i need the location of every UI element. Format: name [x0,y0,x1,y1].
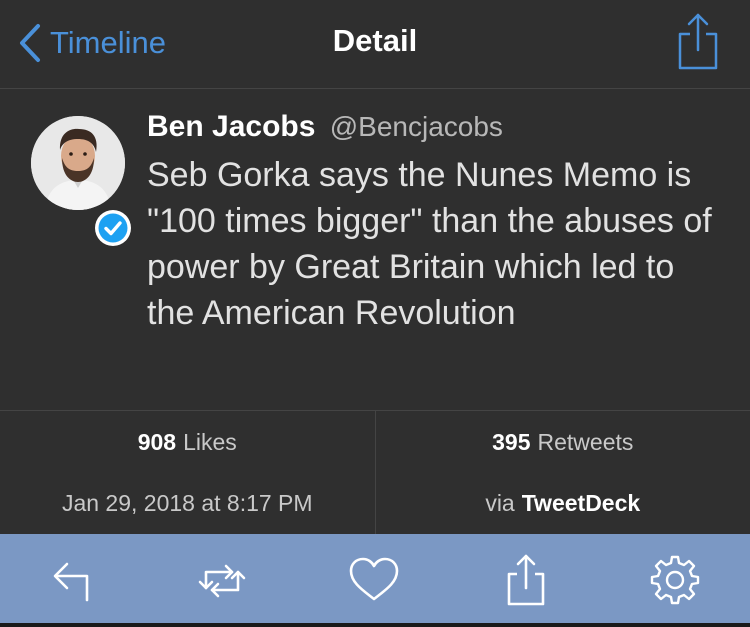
retweet-icon[interactable] [194,552,250,608]
retweets-label: Retweets [537,428,634,455]
bottom-edge [0,623,750,627]
author-name[interactable]: Ben Jacobs [147,110,315,143]
back-button[interactable]: Timeline [18,20,166,66]
likes-stat[interactable]: 908 Likes [0,411,375,473]
tweet-detail: Ben Jacobs @Bencjacobs Seb Gorka says th… [0,89,750,410]
tweet-stats: 908 Likes 395 Retweets [0,410,750,474]
likes-count: 908 [137,428,177,455]
tweet-meta: Jan 29, 2018 at 8:17 PM via TweetDeck [0,473,750,534]
tweet-text: Seb Gorka says the Nunes Memo is "100 ti… [147,156,712,332]
settings-icon[interactable] [647,552,703,608]
via-prefix: via [485,490,515,516]
share-button[interactable] [676,12,720,70]
chevron-left-icon [20,24,40,62]
reply-icon[interactable] [47,552,103,608]
tweet-source[interactable]: via TweetDeck [374,473,750,534]
author-handle[interactable]: @Bencjacobs [330,111,503,142]
action-toolbar [0,534,750,623]
navigation-bar: Timeline Detail [0,0,750,89]
back-button-label: Timeline [50,25,166,60]
retweets-count: 395 [492,428,531,455]
verified-badge-icon [95,210,131,246]
via-app: TweetDeck [521,490,641,516]
retweets-stat[interactable]: 395 Retweets [374,411,750,473]
share-icon [678,13,718,70]
likes-label: Likes [183,428,237,455]
tweet-timestamp: Jan 29, 2018 at 8:17 PM [61,490,313,516]
like-icon[interactable] [346,552,402,608]
tweet-author: Ben Jacobs @Bencjacobs [147,110,503,144]
avatar-container [31,116,131,246]
avatar[interactable] [31,116,125,210]
avatar-image [31,116,125,210]
share-icon[interactable] [498,552,554,608]
